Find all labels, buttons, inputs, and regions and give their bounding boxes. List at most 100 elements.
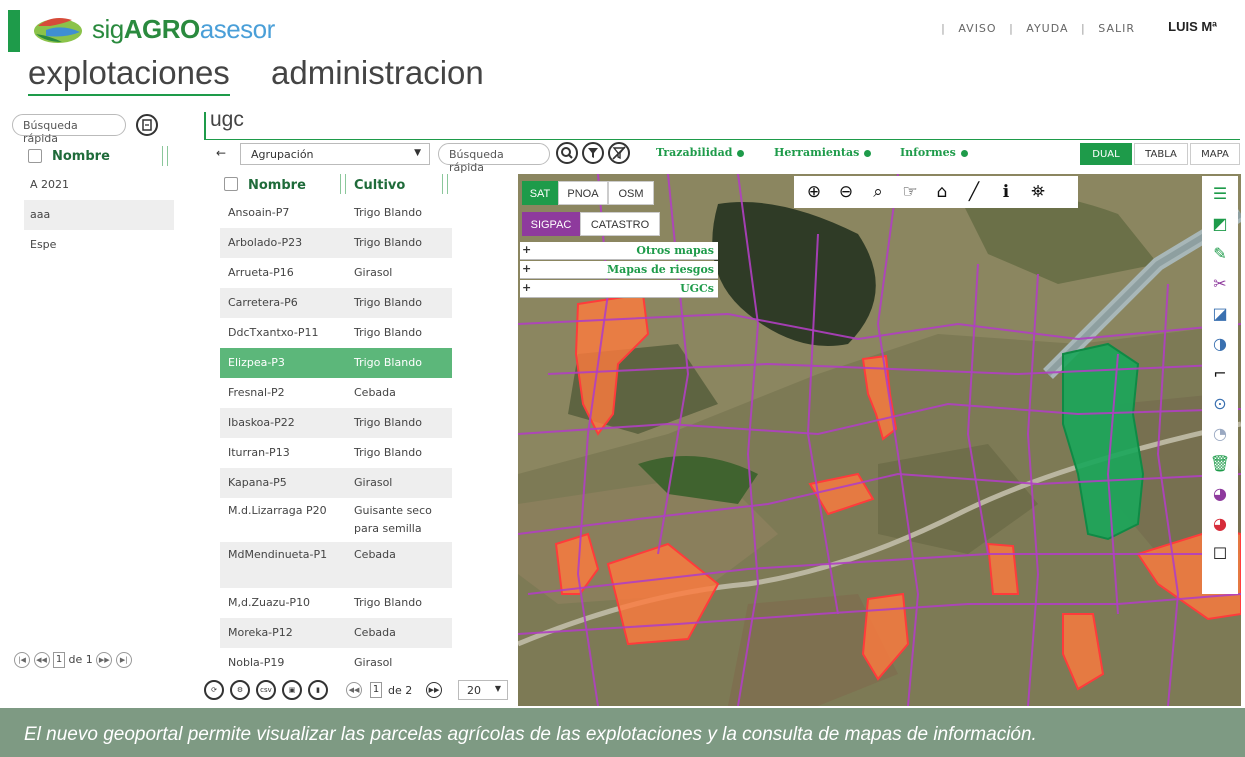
table-row[interactable]: Fresnal-P2 Cebada bbox=[220, 378, 452, 408]
column-resize-handle[interactable] bbox=[442, 174, 448, 194]
grid-footer: ⟳ ⚙ csv ▣ ▮ ◀◀ 1 de 2 ▶▶ 20 ▼ bbox=[204, 680, 514, 704]
pan-hand-icon[interactable]: ☞ bbox=[898, 180, 922, 204]
map-tools-bar: ⊕ ⊖ ⌕ ☞ ⌂ ╱ ℹ ⛯ bbox=[794, 176, 1078, 208]
rotate-icon[interactable]: ◑ bbox=[1208, 332, 1232, 356]
table-row[interactable]: Iturran-P13 Trigo Blando bbox=[220, 438, 452, 468]
table-row[interactable]: Carretera-P6 Trigo Blando bbox=[220, 288, 452, 318]
tab-administracion[interactable]: administracion bbox=[271, 54, 484, 92]
view-dual-button[interactable]: DUAL bbox=[1080, 143, 1132, 165]
settings-icon[interactable]: ⚙ bbox=[230, 680, 250, 700]
col-nombre-header[interactable]: Nombre bbox=[248, 178, 306, 193]
info-icon[interactable]: ℹ bbox=[994, 180, 1018, 204]
home-icon[interactable]: ⌂ bbox=[930, 180, 954, 204]
draw-pencil-icon[interactable]: ✎ bbox=[1208, 242, 1232, 266]
select-feature-icon[interactable]: ◩ bbox=[1208, 212, 1232, 236]
table-row[interactable]: Nobla-P19 Girasol bbox=[220, 648, 452, 678]
square-tool-icon[interactable]: ☐ bbox=[1208, 542, 1232, 566]
next-page-button[interactable]: ▶▶ bbox=[426, 682, 442, 698]
trash-icon[interactable]: 🗑 bbox=[1208, 452, 1232, 476]
grouping-select[interactable]: Agrupación ▼ bbox=[240, 143, 430, 165]
prev-page-button[interactable]: ◀◀ bbox=[346, 682, 362, 698]
layer-osm-button[interactable]: OSM bbox=[608, 181, 654, 205]
nav-salir-link[interactable]: SALIR bbox=[1098, 22, 1135, 35]
table-row[interactable]: DdcTxantxo-P11 Trigo Blando bbox=[220, 318, 452, 348]
layer-group-otros-mapas[interactable]: + Otros mapas bbox=[520, 242, 718, 260]
overlay-catastro-button[interactable]: CATASTRO bbox=[580, 212, 660, 236]
view-tabla-button[interactable]: TABLA bbox=[1134, 143, 1188, 165]
tab-explotaciones[interactable]: explotaciones bbox=[28, 54, 230, 96]
last-page-button[interactable]: ▶| bbox=[115, 652, 132, 668]
page-size-select[interactable]: 20 ▼ bbox=[458, 680, 508, 700]
binoculars-icon[interactable]: ⛯ bbox=[1026, 180, 1050, 204]
cell-cultivo: Trigo Blando bbox=[354, 596, 422, 609]
shape-red-icon[interactable]: ◕ bbox=[1208, 512, 1232, 536]
expand-plus-icon: + bbox=[522, 281, 532, 294]
left-col-nombre[interactable]: Nombre bbox=[52, 149, 110, 164]
layer-group-mapas-de-riesgos[interactable]: + Mapas de riesgos bbox=[520, 261, 718, 279]
page-number-input[interactable]: 1 bbox=[370, 682, 382, 698]
next-page-button[interactable]: ▶▶ bbox=[96, 652, 113, 668]
table-row[interactable]: Ansoain-P7 Trigo Blando bbox=[220, 198, 452, 228]
edit-shape-icon[interactable]: ◪ bbox=[1208, 302, 1232, 326]
csv-export-icon[interactable]: csv bbox=[256, 680, 276, 700]
table-row[interactable]: Moreka-P12 Cebada bbox=[220, 618, 452, 648]
cell-cultivo: Girasol bbox=[354, 266, 393, 279]
delete-icon[interactable]: ▮ bbox=[308, 680, 328, 700]
column-resize-handle[interactable] bbox=[340, 174, 346, 194]
table-row[interactable]: Kapana-P5 Girasol bbox=[220, 468, 452, 498]
select-all-checkbox[interactable] bbox=[28, 149, 42, 163]
nav-ayuda-link[interactable]: AYUDA bbox=[1026, 22, 1068, 35]
zoom-extent-icon[interactable]: ⌕ bbox=[866, 180, 890, 204]
table-row[interactable]: M.d.Lizarraga P20 Guisante seco para semi… bbox=[220, 498, 452, 542]
user-name[interactable]: LUIS Mª bbox=[1168, 19, 1217, 34]
column-resize-handle[interactable] bbox=[162, 146, 168, 166]
caption-text: El nuevo geoportal permite visualizar la… bbox=[24, 724, 1037, 745]
clear-filter-icon[interactable] bbox=[608, 142, 630, 164]
zoom-out-icon[interactable]: ⊖ bbox=[834, 180, 858, 204]
menu-hamburger-icon[interactable]: ☰ bbox=[1208, 182, 1232, 206]
col-cultivo-header[interactable]: Cultivo bbox=[354, 178, 405, 193]
left-search-input[interactable]: Búsqueda rápida bbox=[12, 114, 126, 145]
table-row[interactable]: Arbolado-P23 Trigo Blando bbox=[220, 228, 452, 258]
save-icon[interactable]: ▣ bbox=[282, 680, 302, 700]
circle-tool-icon[interactable]: ⊙ bbox=[1208, 392, 1232, 416]
map-view[interactable]: SAT PNOA OSM SIGPAC CATASTRO + Otros map… bbox=[518, 174, 1241, 706]
table-row[interactable]: Elizpea-P3 Trigo Blando bbox=[220, 348, 452, 378]
menu-herramientas[interactable]: Herramientas bbox=[774, 146, 872, 159]
ugc-search-input[interactable]: Búsqueda rápida bbox=[438, 143, 550, 174]
table-row[interactable]: Ibaskoa-P22 Trigo Blando bbox=[220, 408, 452, 438]
refresh-icon[interactable]: ⟳ bbox=[204, 680, 224, 700]
view-mapa-button[interactable]: MAPA bbox=[1190, 143, 1240, 165]
table-row[interactable]: Arrueta-P16 Girasol bbox=[220, 258, 452, 288]
table-row[interactable]: MdMendinueta-P1 Cebada bbox=[220, 542, 452, 588]
layer-pnoa-button[interactable]: PNOA bbox=[558, 181, 608, 205]
brand-part-sig: sig bbox=[92, 14, 124, 44]
menu-informes[interactable]: Informes bbox=[900, 146, 968, 159]
ruler-icon[interactable]: ╱ bbox=[962, 180, 986, 204]
prev-page-button[interactable]: ◀◀ bbox=[33, 652, 50, 668]
menu-trazabilidad[interactable]: Trazabilidad bbox=[656, 146, 745, 159]
sigagro-logo-icon bbox=[34, 18, 82, 43]
list-item[interactable]: aaa bbox=[24, 200, 174, 230]
merge-icon[interactable]: ◔ bbox=[1208, 422, 1232, 446]
nav-aviso-link[interactable]: AVISO bbox=[958, 22, 996, 35]
first-page-button[interactable]: |◀ bbox=[14, 652, 30, 668]
layer-sat-button[interactable]: SAT bbox=[522, 181, 558, 205]
brand-part-agro: AGRO bbox=[123, 14, 201, 44]
table-row[interactable]: M,d.Zuazu-P10 Trigo Blando bbox=[220, 588, 452, 618]
back-arrow-icon[interactable]: ← bbox=[216, 146, 226, 160]
search-icon[interactable] bbox=[556, 142, 578, 164]
polygon-tool-icon[interactable]: ⌐ bbox=[1208, 362, 1232, 386]
page-number-input[interactable]: 1 bbox=[53, 652, 65, 668]
zoom-in-icon[interactable]: ⊕ bbox=[802, 180, 826, 204]
add-explotacion-button[interactable] bbox=[136, 114, 158, 136]
cut-scissors-icon[interactable]: ✂ bbox=[1208, 272, 1232, 296]
select-all-rows-checkbox[interactable] bbox=[224, 177, 238, 191]
overlay-sigpac-button[interactable]: SIGPAC bbox=[522, 212, 580, 236]
layer-group-ugcs[interactable]: + UGCs bbox=[520, 280, 718, 298]
list-item[interactable]: Espe bbox=[24, 230, 174, 260]
filter-icon[interactable] bbox=[582, 142, 604, 164]
brand-name[interactable]: sigAGROasesor bbox=[92, 14, 275, 45]
shape-purple-icon[interactable]: ◕ bbox=[1208, 482, 1232, 506]
list-item[interactable]: A 2021 bbox=[24, 170, 174, 200]
